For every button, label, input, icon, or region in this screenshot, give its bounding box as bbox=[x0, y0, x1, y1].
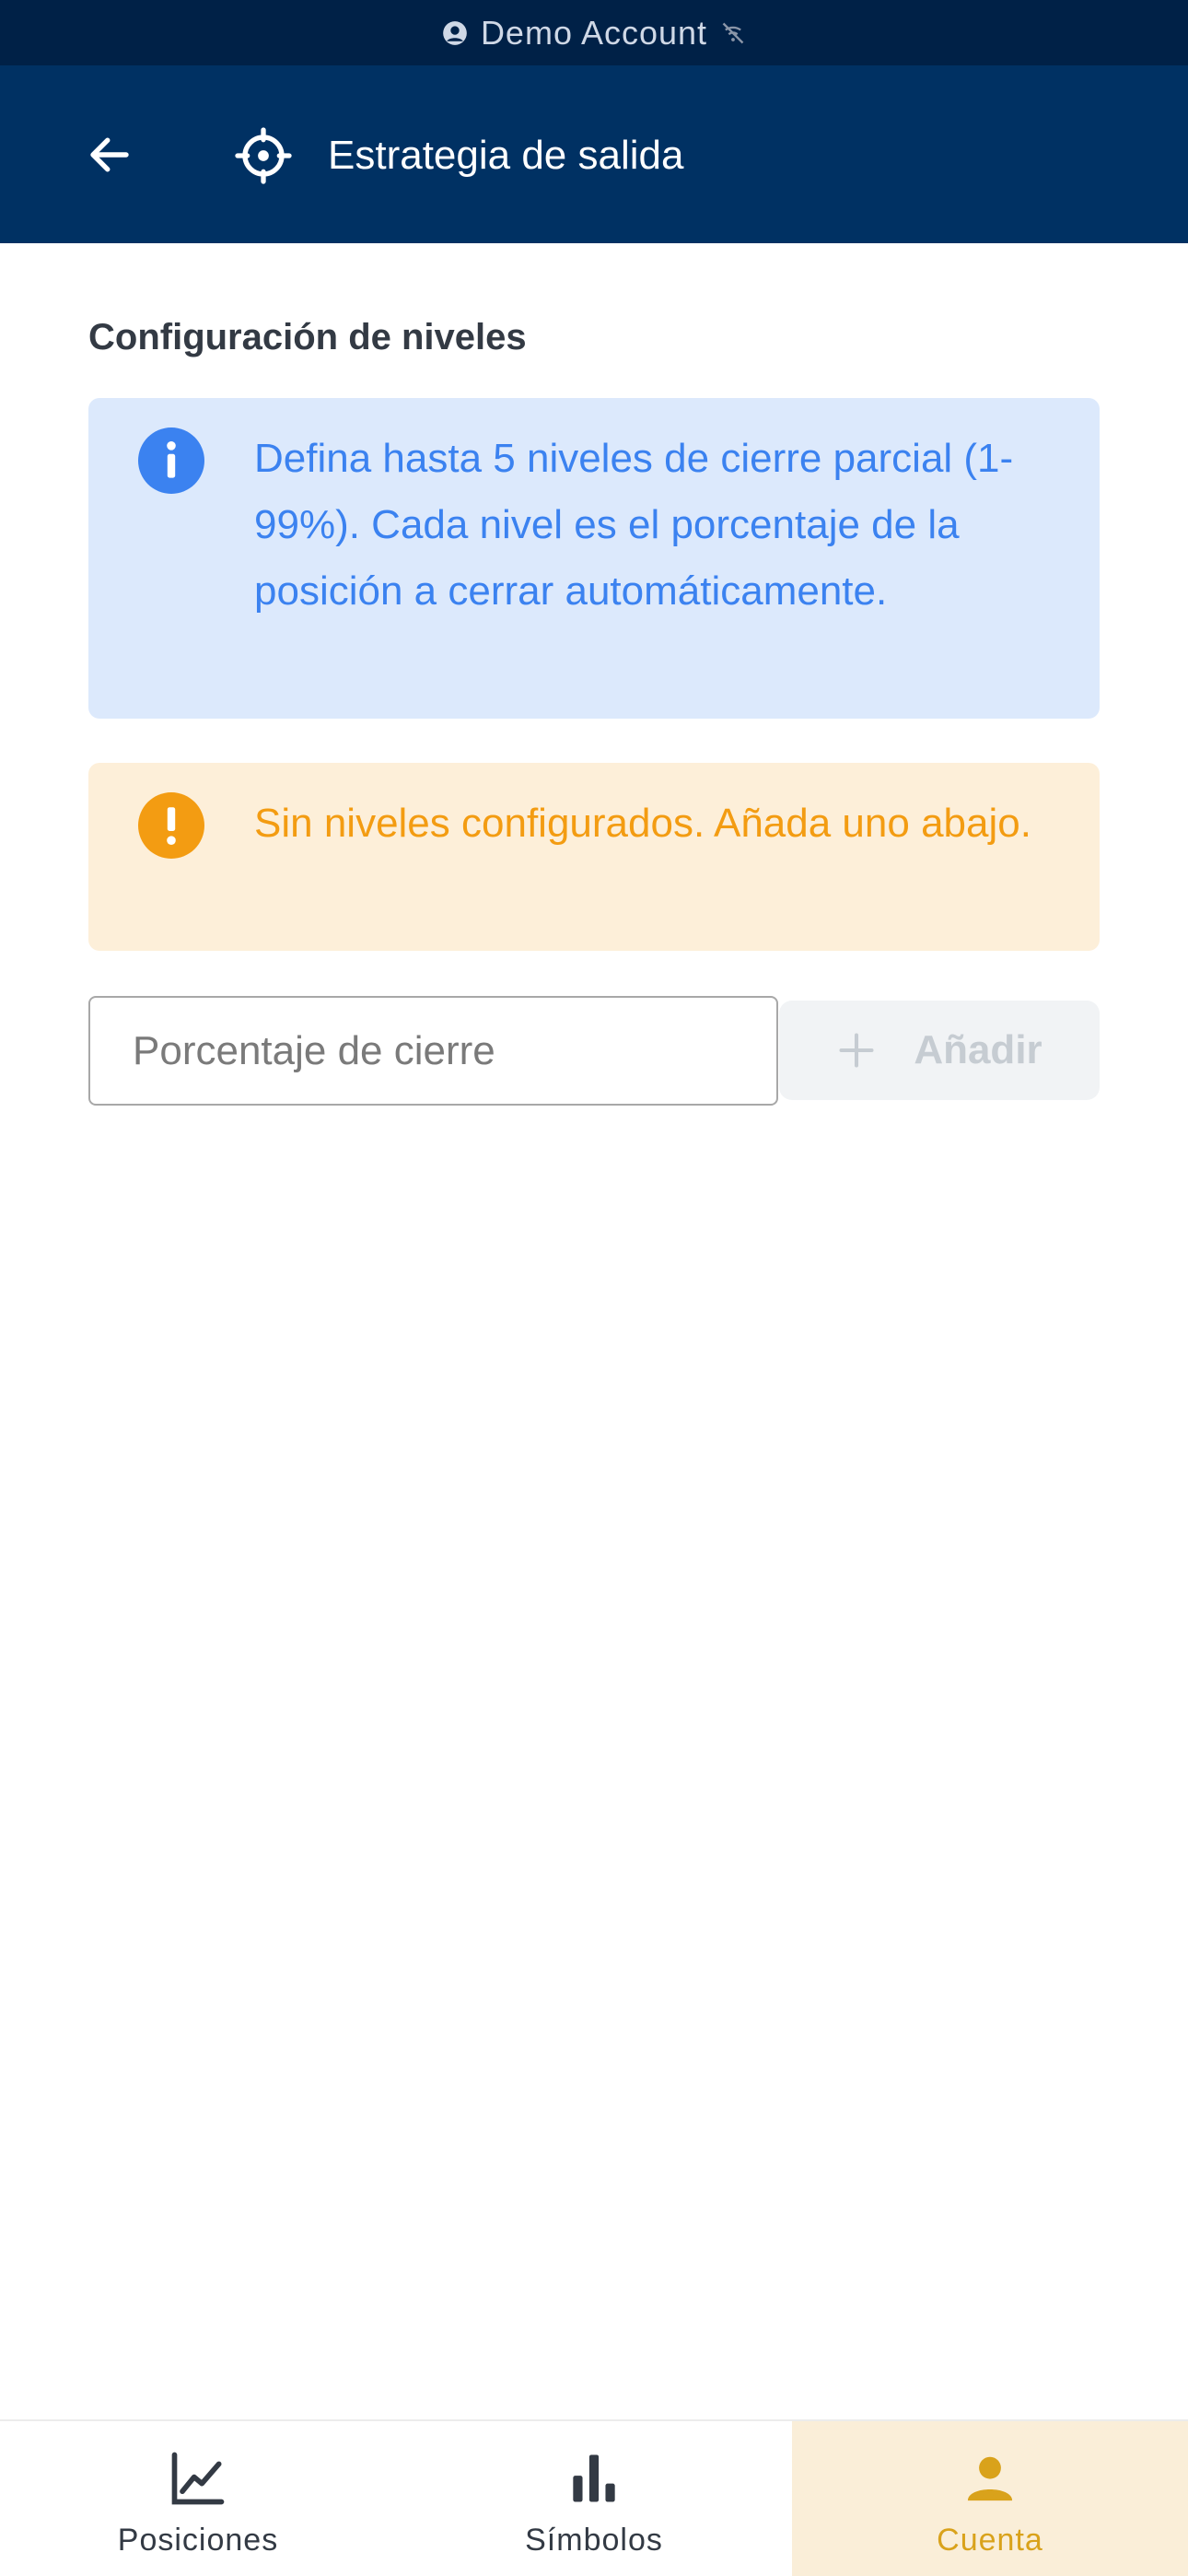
page: Demo Account Estrategia de salida Config… bbox=[0, 0, 1188, 2576]
warning-box: Sin niveles configurados. Añada uno abaj… bbox=[88, 763, 1100, 951]
nav-item-simbolos[interactable]: Símbolos bbox=[396, 2421, 792, 2576]
bottom-nav: Posiciones Símbolos Cuenta bbox=[0, 2419, 1188, 2576]
info-icon bbox=[138, 427, 204, 494]
account-circle-icon bbox=[443, 20, 467, 45]
back-button[interactable] bbox=[79, 124, 140, 185]
info-text: Defina hasta 5 niveles de cierre parcial… bbox=[254, 436, 1014, 614]
nav-label-posiciones: Posiciones bbox=[117, 2523, 279, 2558]
nav-label-cuenta: Cuenta bbox=[937, 2523, 1043, 2558]
line-chart-icon bbox=[171, 2452, 225, 2505]
section-title: Configuración de niveles bbox=[88, 317, 527, 357]
nav-item-cuenta[interactable]: Cuenta bbox=[792, 2421, 1188, 2576]
add-button[interactable]: Añadir bbox=[779, 1001, 1100, 1100]
plus-icon bbox=[839, 1033, 874, 1068]
wifi-off-icon bbox=[722, 22, 744, 43]
warning-text: Sin niveles configurados. Añada uno abaj… bbox=[254, 801, 1031, 846]
app-bar: Estrategia de salida bbox=[0, 65, 1188, 243]
info-box: Defina hasta 5 niveles de cierre parcial… bbox=[88, 398, 1100, 719]
bar-chart-icon bbox=[573, 2454, 615, 2502]
account-label: Demo Account bbox=[480, 13, 708, 52]
add-button-label: Añadir bbox=[914, 1027, 1042, 1072]
person-icon bbox=[967, 2456, 1013, 2501]
crosshair-icon bbox=[235, 127, 292, 184]
nav-label-simbolos: Símbolos bbox=[525, 2523, 663, 2558]
warning-icon bbox=[138, 792, 204, 859]
arrow-left-icon bbox=[90, 137, 129, 172]
nav-item-posiciones[interactable]: Posiciones bbox=[0, 2421, 396, 2576]
page-title: Estrategia de salida bbox=[328, 133, 684, 178]
status-bar: Demo Account bbox=[0, 0, 1188, 65]
percentage-input[interactable] bbox=[88, 996, 778, 1106]
